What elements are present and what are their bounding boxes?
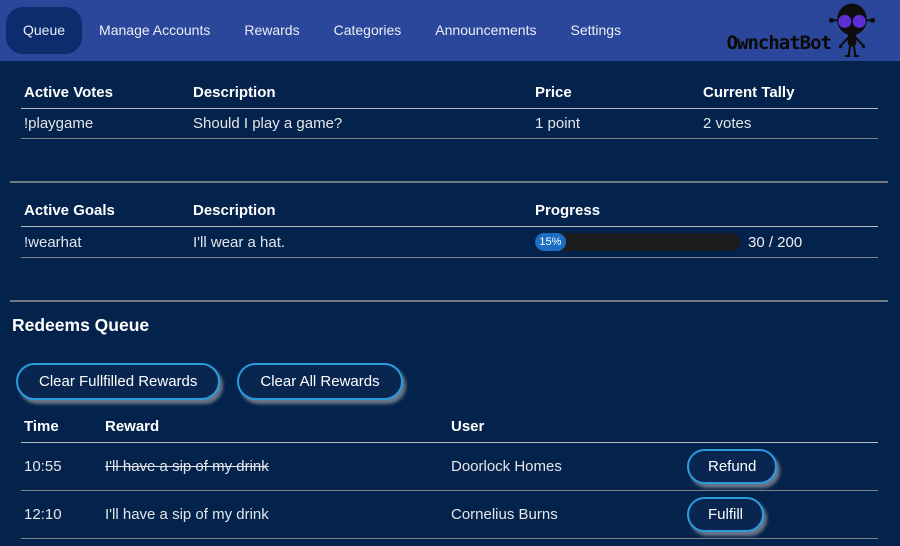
- vote-price: 1 point: [532, 109, 700, 139]
- nav-tab-announcements[interactable]: Announcements: [418, 7, 553, 54]
- robot-mascot-icon: [828, 1, 876, 59]
- redeem-reward: I'll have a sip of my drink: [102, 443, 448, 491]
- nav-tab-categories[interactable]: Categories: [317, 7, 419, 54]
- fulfill-button[interactable]: Fulfill: [687, 497, 764, 532]
- section-divider: [10, 300, 888, 302]
- goals-header-command: Active Goals: [21, 196, 190, 227]
- vote-row: !playgame Should I play a game? 1 point …: [21, 109, 878, 139]
- refund-button[interactable]: Refund: [687, 449, 777, 484]
- goal-command: !wearhat: [21, 227, 190, 258]
- votes-header-price: Price: [532, 78, 700, 109]
- redeem-time: 10:55: [21, 443, 102, 491]
- redeem-row: 10:55 I'll have a sip of my drink Doorlo…: [21, 443, 878, 491]
- nav-tab-settings[interactable]: Settings: [553, 7, 638, 54]
- redeem-action-cell: Refund: [684, 443, 878, 491]
- clear-fulfilled-rewards-button[interactable]: Clear Fullfilled Rewards: [16, 363, 220, 400]
- votes-header-command: Active Votes: [21, 78, 190, 109]
- redeem-time: 12:10: [21, 491, 102, 539]
- goals-header-description: Description: [190, 196, 532, 227]
- nav-tab-manage-accounts[interactable]: Manage Accounts: [82, 7, 227, 54]
- section-divider: [10, 181, 888, 183]
- vote-description: Should I play a game?: [190, 109, 532, 139]
- goal-description: I'll wear a hat.: [190, 227, 532, 258]
- vote-command: !playgame: [21, 109, 190, 139]
- nav-tab-rewards[interactable]: Rewards: [227, 7, 316, 54]
- redeem-user: Cornelius Burns: [448, 491, 684, 539]
- redeem-action-cell: Fulfill: [684, 491, 878, 539]
- redeems-header-reward: Reward: [102, 412, 448, 443]
- redeems-table: Time Reward User 10:55 I'll have a sip o…: [21, 412, 878, 539]
- navbar: Queue Manage Accounts Rewards Categories…: [0, 0, 900, 61]
- redeem-reward: I'll have a sip of my drink: [102, 491, 448, 539]
- goal-progress-cell: 15% 30 / 200: [532, 227, 878, 258]
- redeem-row: 12:10 I'll have a sip of my drink Cornel…: [21, 491, 878, 539]
- redeems-header-user: User: [448, 412, 684, 443]
- votes-header-tally: Current Tally: [700, 78, 878, 109]
- goal-row: !wearhat I'll wear a hat. 15% 30 / 200: [21, 227, 878, 258]
- logo: OwnchatBot: [727, 0, 876, 61]
- redeems-header-time: Time: [21, 412, 102, 443]
- progress-bar: 15%: [535, 233, 740, 251]
- clear-all-rewards-button[interactable]: Clear All Rewards: [237, 363, 402, 400]
- redeems-header-action: [684, 412, 878, 443]
- progress-bar-fill: 15%: [535, 233, 566, 251]
- goals-header-progress: Progress: [532, 196, 878, 227]
- nav-tab-queue[interactable]: Queue: [6, 7, 82, 54]
- active-goals-table: Active Goals Description Progress !wearh…: [21, 196, 878, 258]
- logo-text: OwnchatBot: [727, 32, 831, 54]
- active-votes-table: Active Votes Description Price Current T…: [21, 78, 878, 139]
- progress-percent-label: 15%: [539, 236, 561, 248]
- main-content: Active Votes Description Price Current T…: [0, 61, 900, 539]
- redeems-queue-title: Redeems Queue: [12, 315, 878, 336]
- vote-tally: 2 votes: [700, 109, 878, 139]
- votes-header-description: Description: [190, 78, 532, 109]
- redeems-actions: Clear Fullfilled Rewards Clear All Rewar…: [16, 363, 878, 400]
- redeem-user: Doorlock Homes: [448, 443, 684, 491]
- progress-count-label: 30 / 200: [748, 234, 802, 251]
